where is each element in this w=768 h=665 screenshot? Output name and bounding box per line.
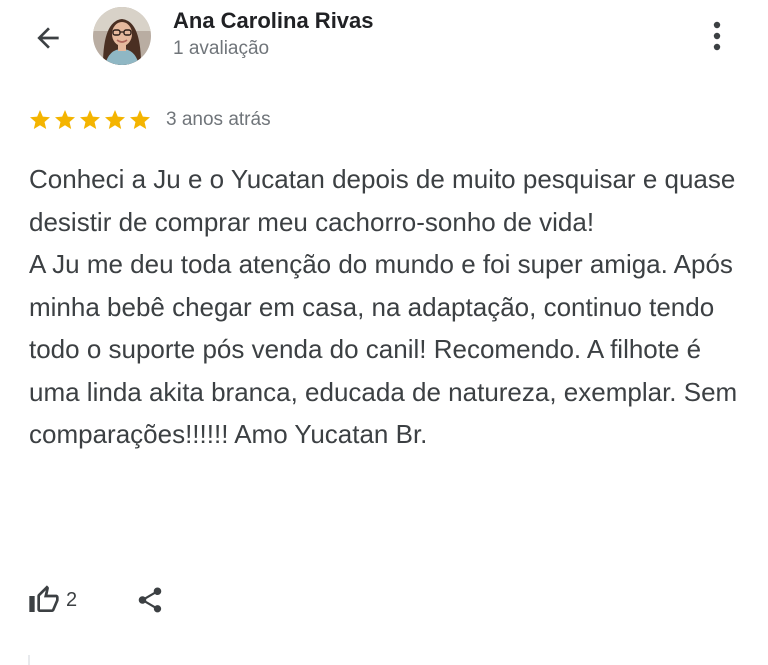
review-actions: 2 (28, 578, 165, 622)
star-icon (30, 110, 50, 129)
more-vert-icon (713, 21, 721, 51)
review-header: Ana Carolina Rivas 1 avaliação (0, 0, 768, 80)
like-count: 2 (66, 588, 78, 611)
reviewer-review-count: 1 avaliação (173, 38, 270, 59)
review-date: 3 anos atrás (166, 109, 271, 130)
like-button[interactable]: 2 (28, 584, 77, 616)
star-icon (105, 110, 125, 129)
share-icon (138, 587, 162, 613)
back-button[interactable] (28, 18, 68, 58)
star-icon (80, 110, 100, 129)
avatar[interactable] (93, 7, 151, 65)
star-icon (55, 110, 75, 129)
review-text: Conheci a Ju e o Yucatan depois de muito… (29, 164, 738, 449)
star-icon (130, 110, 150, 129)
more-options-button[interactable] (700, 14, 734, 58)
arrow-back-icon (37, 27, 59, 49)
rating-row: 3 anos atrás (28, 106, 271, 134)
divider (28, 655, 30, 665)
star-rating (28, 108, 152, 132)
thumb-up-icon (29, 585, 59, 612)
reviewer-name[interactable]: Ana Carolina Rivas (173, 8, 374, 34)
share-button[interactable] (135, 585, 165, 615)
